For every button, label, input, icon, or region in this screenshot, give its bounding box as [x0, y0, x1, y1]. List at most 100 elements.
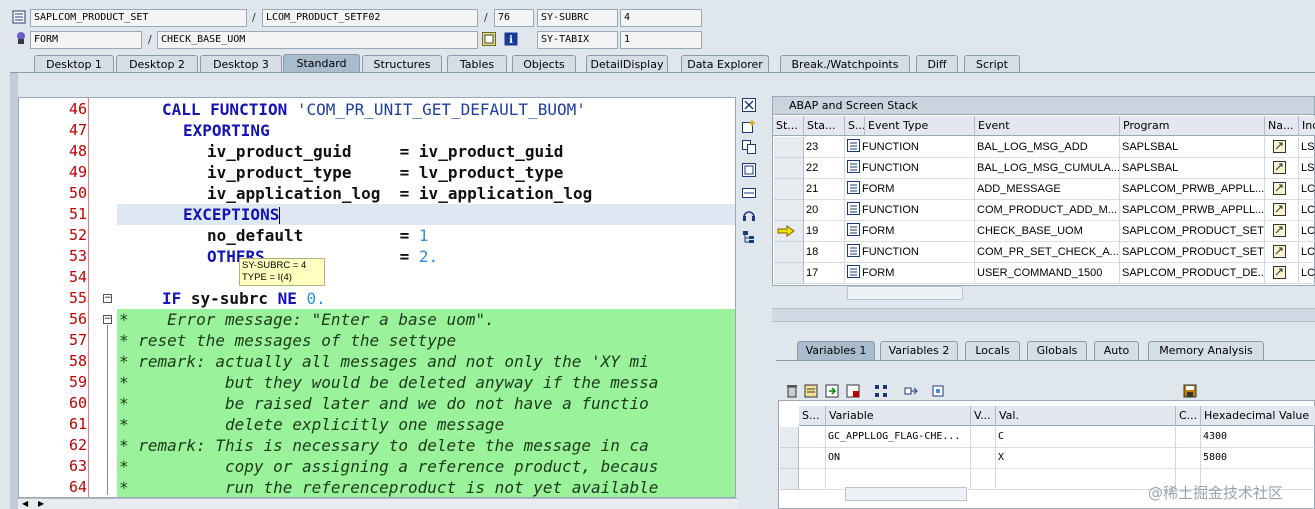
- fold-toggle-icon[interactable]: −: [103, 294, 112, 303]
- tab-standard[interactable]: Standard: [283, 54, 360, 73]
- sysvar2-name-field[interactable]: SY-TABIX: [537, 31, 618, 49]
- stack-level-cell[interactable]: 23: [804, 137, 845, 158]
- list-icon[interactable]: [803, 383, 819, 399]
- source-code-editor[interactable]: 46 47 48 49 50 51 52 53 54 55 56 57 58 5…: [18, 97, 736, 498]
- copy-icon[interactable]: [742, 140, 756, 154]
- tab-variables-1[interactable]: Variables 1: [797, 341, 875, 360]
- navigate-cell[interactable]: [1265, 179, 1299, 200]
- include-cell[interactable]: LSB: [1299, 137, 1315, 158]
- navigate-cell[interactable]: [1265, 221, 1299, 242]
- tab-break-watchpoints[interactable]: Break./Watchpoints: [780, 55, 910, 73]
- row-selector[interactable]: [774, 221, 804, 242]
- scroll-right-icon[interactable]: ▶: [38, 499, 44, 508]
- tab-tables[interactable]: Tables: [447, 55, 507, 73]
- event-cell[interactable]: COM_PRODUCT_ADD_M...: [975, 200, 1120, 221]
- row-selector[interactable]: [774, 242, 804, 263]
- hex-value-cell[interactable]: 4300: [1201, 427, 1315, 448]
- navigate-cell[interactable]: [1265, 137, 1299, 158]
- tab-desktop-3[interactable]: Desktop 3: [200, 55, 282, 73]
- event-type-cell[interactable]: FUNCTION: [845, 137, 975, 158]
- status-cell[interactable]: [799, 448, 826, 469]
- row-selector[interactable]: [780, 469, 799, 490]
- variables-scrollbar[interactable]: [845, 487, 967, 501]
- tab-memory-analysis[interactable]: Memory Analysis: [1148, 341, 1264, 360]
- value-cell[interactable]: C: [996, 427, 1176, 448]
- import-icon[interactable]: [824, 383, 840, 399]
- stack-level-cell[interactable]: 21: [804, 179, 845, 200]
- tab-diff[interactable]: Diff: [916, 55, 958, 73]
- column-header[interactable]: Program: [1120, 116, 1265, 136]
- tab-objects[interactable]: Objects: [512, 55, 576, 73]
- include-cell[interactable]: LCO: [1299, 200, 1315, 221]
- column-header[interactable]: Event: [975, 116, 1120, 136]
- tab-script[interactable]: Script: [964, 55, 1020, 73]
- tab-detaildisplay[interactable]: DetailDisplay: [586, 55, 668, 73]
- export-icon[interactable]: [845, 383, 861, 399]
- event-cell[interactable]: BAL_LOG_MSG_ADD: [975, 137, 1120, 158]
- event-cell[interactable]: CHECK_BASE_UOM: [975, 221, 1120, 242]
- event-type-cell[interactable]: FORM: [845, 221, 975, 242]
- include-cell[interactable]: LCO: [1299, 263, 1315, 284]
- include-cell[interactable]: LCO: [1299, 221, 1315, 242]
- navigate-cell[interactable]: [1265, 263, 1299, 284]
- maximize-icon[interactable]: [742, 163, 756, 177]
- column-header[interactable]: V...: [971, 406, 996, 426]
- event-cell[interactable]: BAL_LOG_MSG_CUMULA...: [975, 158, 1120, 179]
- program-cell[interactable]: SAPLCOM_PRWB_APPLL...: [1120, 179, 1265, 200]
- view-cell[interactable]: [971, 469, 996, 490]
- event-type-cell[interactable]: FUNCTION: [845, 200, 975, 221]
- navigate-cell[interactable]: [1265, 158, 1299, 179]
- include-cell[interactable]: LCO: [1299, 179, 1315, 200]
- program-cell[interactable]: SAPLCOM_PRODUCT_SET: [1120, 221, 1265, 242]
- column-header[interactable]: Na...: [1265, 116, 1299, 136]
- navigate-cell[interactable]: [1265, 242, 1299, 263]
- column-header[interactable]: Val.: [996, 406, 1176, 426]
- navigate-cell[interactable]: [1265, 200, 1299, 221]
- display-object-icon[interactable]: [482, 32, 496, 46]
- close-icon[interactable]: [742, 98, 756, 112]
- event-type-cell[interactable]: FORM: [845, 263, 975, 284]
- event-cell[interactable]: COM_PR_SET_CHECK_A...: [975, 242, 1120, 263]
- headset-icon[interactable]: [742, 208, 756, 222]
- tab-globals[interactable]: Globals: [1027, 341, 1087, 360]
- scroll-left-icon[interactable]: ◀: [22, 499, 28, 508]
- change-cell[interactable]: [1176, 448, 1201, 469]
- row-selector[interactable]: [774, 263, 804, 284]
- status-cell[interactable]: [799, 469, 826, 490]
- row-selector[interactable]: [774, 200, 804, 221]
- hierarchy-icon[interactable]: [873, 383, 889, 399]
- row-selector[interactable]: [774, 179, 804, 200]
- program-cell[interactable]: SAPLSBAL: [1120, 158, 1265, 179]
- column-header[interactable]: St...: [773, 116, 804, 136]
- column-header[interactable]: S...: [845, 116, 865, 136]
- row-selector[interactable]: [780, 448, 799, 469]
- view-cell[interactable]: [971, 448, 996, 469]
- event-cell[interactable]: USER_COMMAND_1500: [975, 263, 1120, 284]
- event-type-cell[interactable]: FUNCTION: [845, 242, 975, 263]
- column-header[interactable]: Event Type: [865, 116, 975, 136]
- column-header[interactable]: S...: [799, 406, 826, 426]
- column-header[interactable]: Variable: [826, 406, 971, 426]
- delete-icon[interactable]: [784, 383, 800, 399]
- object-icon[interactable]: [930, 383, 946, 399]
- column-header[interactable]: Sta...: [804, 116, 845, 136]
- event-type-cell[interactable]: FUNCTION: [845, 158, 975, 179]
- swap-icon[interactable]: [742, 186, 756, 200]
- change-cell[interactable]: [1176, 427, 1201, 448]
- event-cell[interactable]: ADD_MESSAGE: [975, 179, 1120, 200]
- program-cell[interactable]: SAPLCOM_PRODUCT_SET: [1120, 242, 1265, 263]
- variable-name-cell[interactable]: ON: [826, 448, 971, 469]
- program-cell[interactable]: SAPLSBAL: [1120, 137, 1265, 158]
- value-cell[interactable]: X: [996, 448, 1176, 469]
- stack-level-cell[interactable]: 17: [804, 263, 845, 284]
- tab-variables-2[interactable]: Variables 2: [880, 341, 958, 360]
- tab-data-explorer[interactable]: Data Explorer: [681, 55, 769, 73]
- row-selector[interactable]: [780, 427, 799, 448]
- variable-name-cell[interactable]: GC_APPLLOG_FLAG-CHE...: [826, 427, 971, 448]
- editor-horizontal-scrollbar[interactable]: ◀ ▶: [18, 498, 738, 509]
- include-cell[interactable]: LSB: [1299, 158, 1315, 179]
- navigate-icon[interactable]: [902, 383, 918, 399]
- row-selector[interactable]: [774, 137, 804, 158]
- stack-level-cell[interactable]: 20: [804, 200, 845, 221]
- view-cell[interactable]: [971, 427, 996, 448]
